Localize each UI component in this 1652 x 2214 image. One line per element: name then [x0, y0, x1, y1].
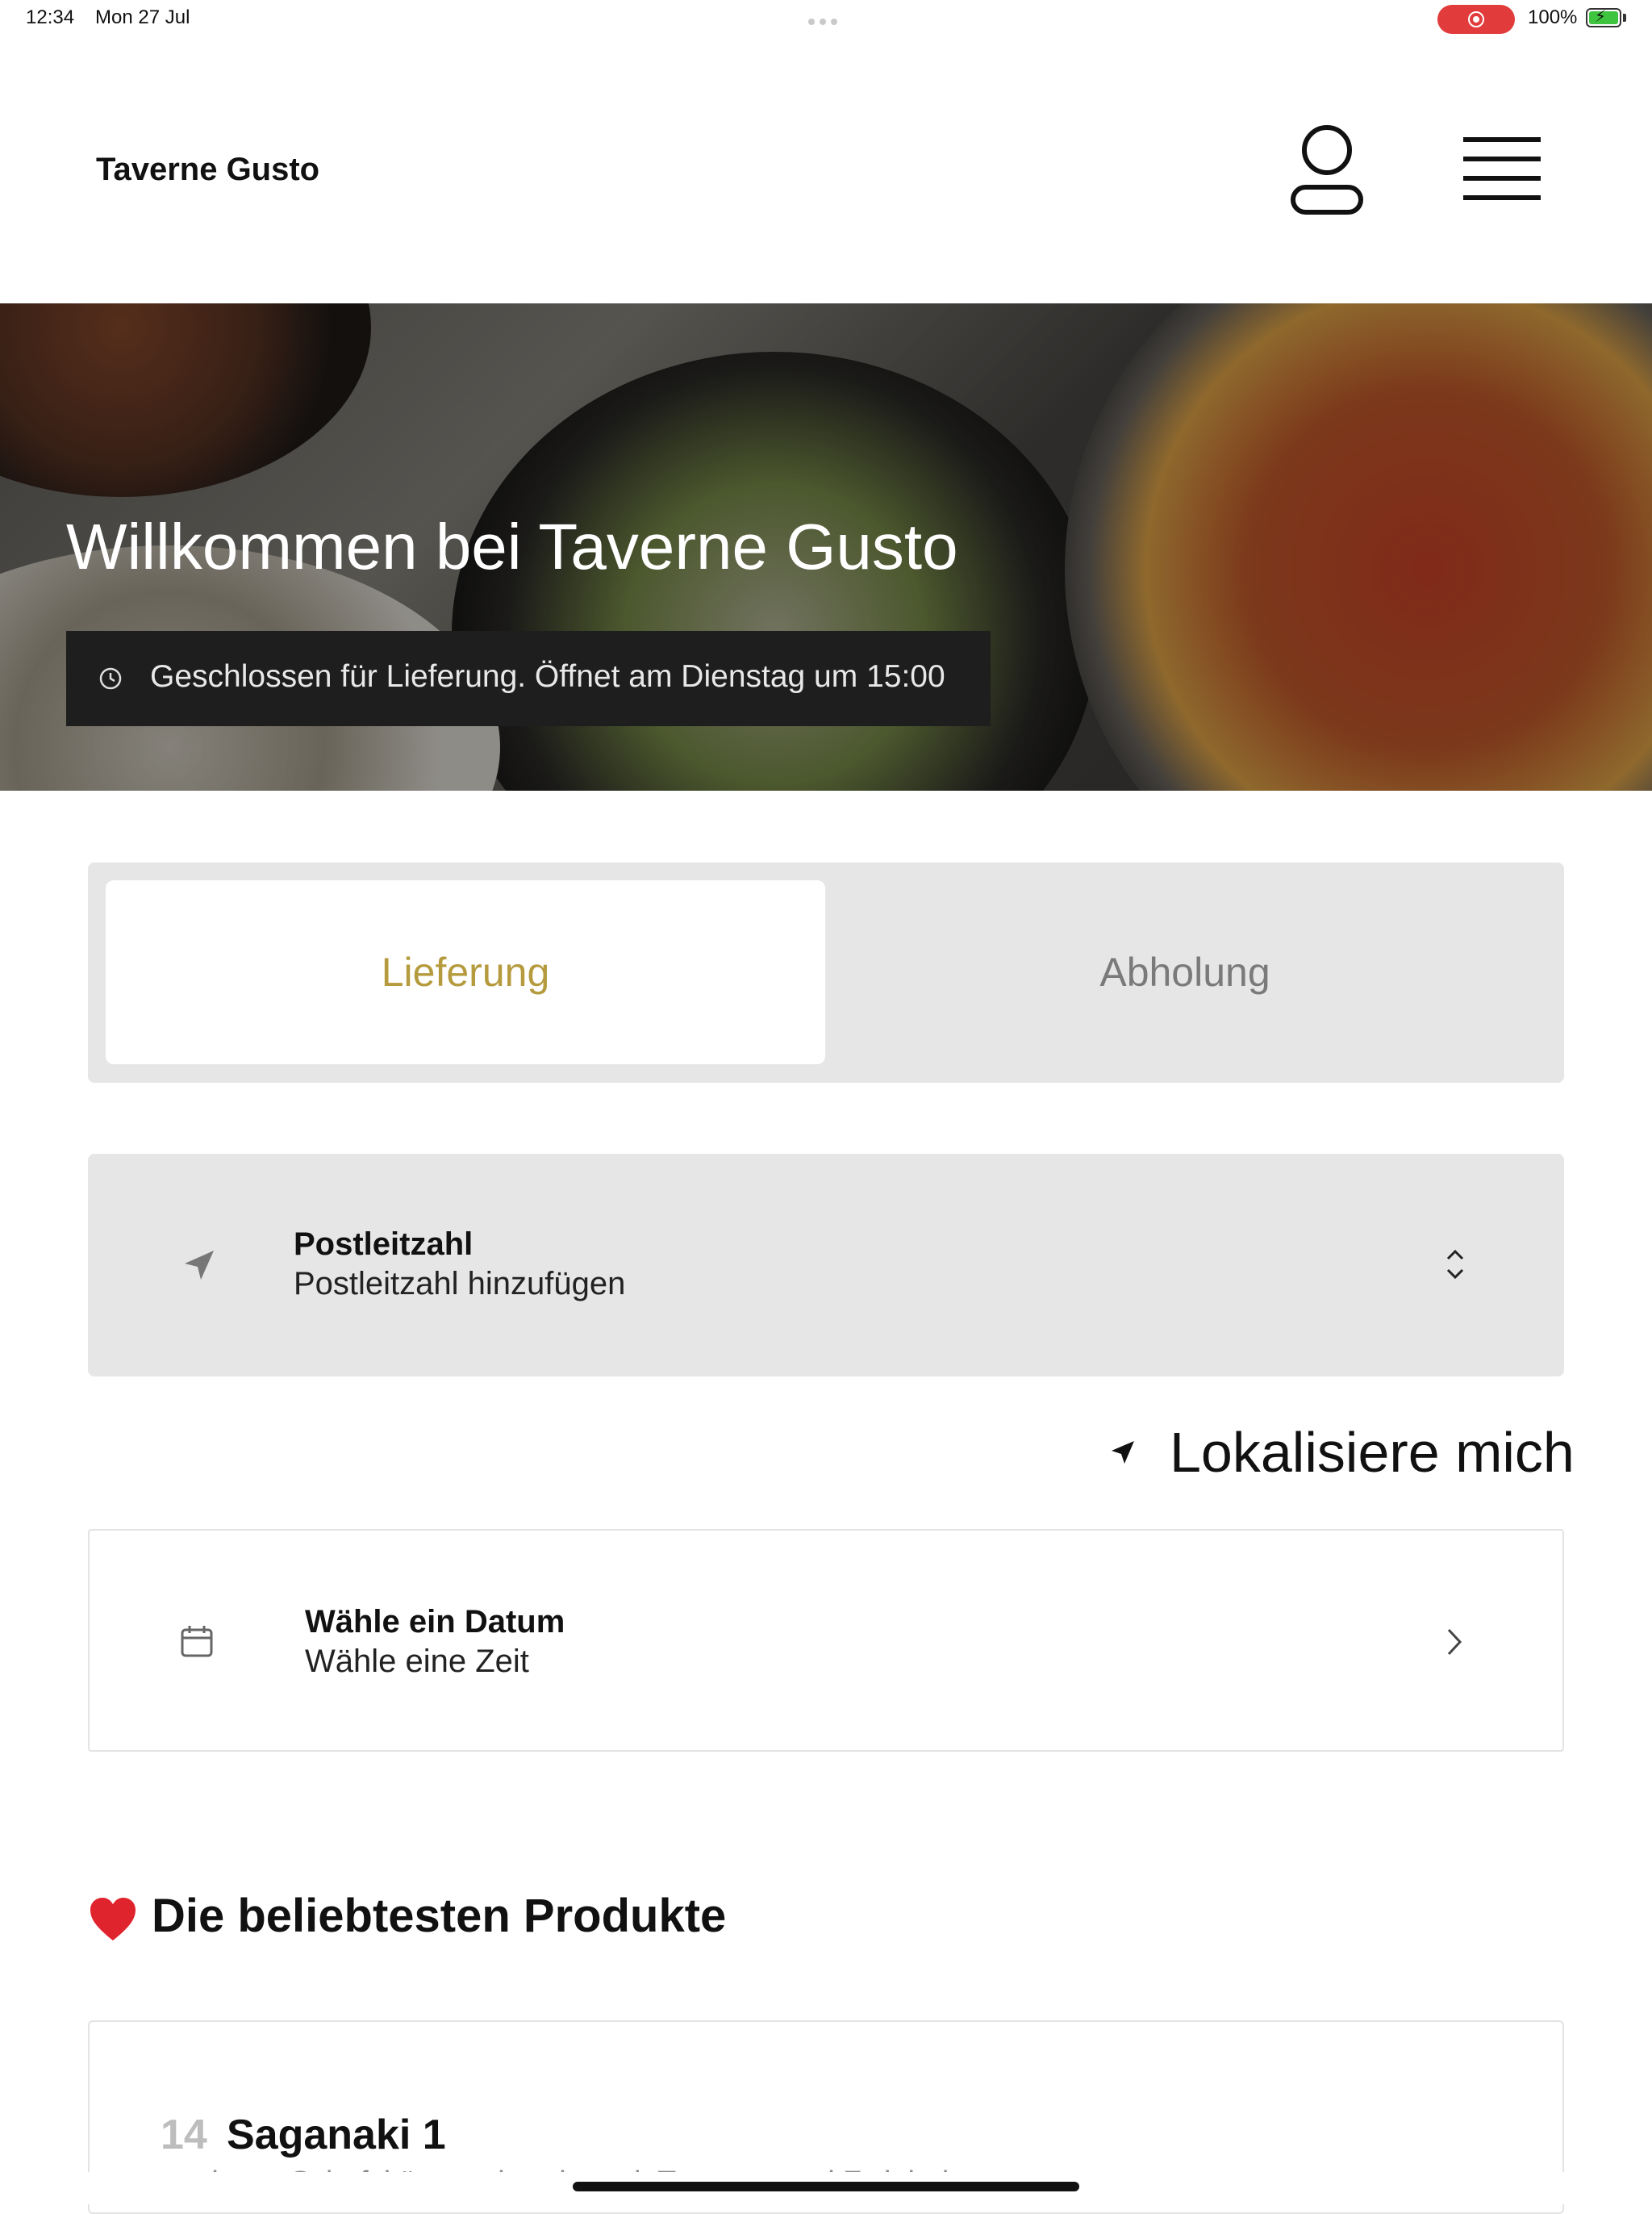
multitasking-dots-icon[interactable]: [808, 15, 844, 25]
chevron-right-icon: [1447, 1628, 1462, 1656]
hamburger-menu-icon[interactable]: [1462, 136, 1542, 205]
postcode-selector[interactable]: Postleitzahl Postleitzahl hinzufügen: [88, 1154, 1564, 1376]
clock-icon: [99, 667, 122, 690]
closed-notice: Geschlossen für Lieferung. Öffnet am Die…: [66, 631, 991, 726]
location-arrow-icon: [1112, 1441, 1134, 1464]
calendar-icon: [181, 1626, 213, 1657]
brand-name[interactable]: Taverne Gusto: [96, 152, 319, 188]
hero-title: Willkommen bei Taverne Gusto: [66, 511, 958, 583]
charging-bolt-icon: ⚡: [1595, 8, 1607, 26]
chevron-up-down-icon: [1446, 1249, 1464, 1280]
battery-percentage: 100%: [1528, 6, 1578, 28]
date-time-picker[interactable]: Wähle ein Datum Wähle eine Zeit: [88, 1529, 1564, 1752]
date-picker-title: Wähle ein Datum: [305, 1604, 565, 1640]
closed-notice-text: Geschlossen für Lieferung. Öffnet am Die…: [150, 659, 945, 694]
home-indicator[interactable]: [573, 2182, 1079, 2191]
heart-icon: [90, 1897, 136, 1940]
status-date: Mon 27 Jul: [95, 6, 190, 28]
location-arrow-icon: [185, 1251, 214, 1280]
popular-products-heading: Die beliebtesten Produkte: [89, 1889, 726, 1943]
status-bar: 12:34 Mon 27 Jul 100% ⚡: [0, 0, 1652, 40]
battery-tip: [1623, 14, 1626, 22]
locate-me-label: Lokalisiere mich: [1170, 1421, 1575, 1484]
tab-pickup[interactable]: Abholung: [825, 880, 1545, 1064]
locate-me-button[interactable]: Lokalisiere mich: [1102, 1420, 1575, 1485]
screen-recording-icon[interactable]: [1437, 5, 1515, 34]
order-mode-toggle: Lieferung Abholung: [88, 863, 1564, 1083]
postcode-label: Postleitzahl: [294, 1226, 473, 1262]
product-name: Saganaki 1: [227, 2112, 446, 2158]
tab-delivery[interactable]: Lieferung: [106, 880, 825, 1064]
status-time: 12:34: [26, 6, 75, 28]
postcode-placeholder: Postleitzahl hinzufügen: [294, 1266, 626, 1301]
hero-banner: Willkommen bei Taverne Gusto Geschlossen…: [0, 303, 1652, 791]
product-number: 14: [161, 2112, 207, 2158]
popular-heading-text: Die beliebtesten Produkte: [152, 1890, 727, 1942]
user-icon[interactable]: [1289, 123, 1365, 216]
date-picker-subtitle: Wähle eine Zeit: [305, 1644, 529, 1679]
